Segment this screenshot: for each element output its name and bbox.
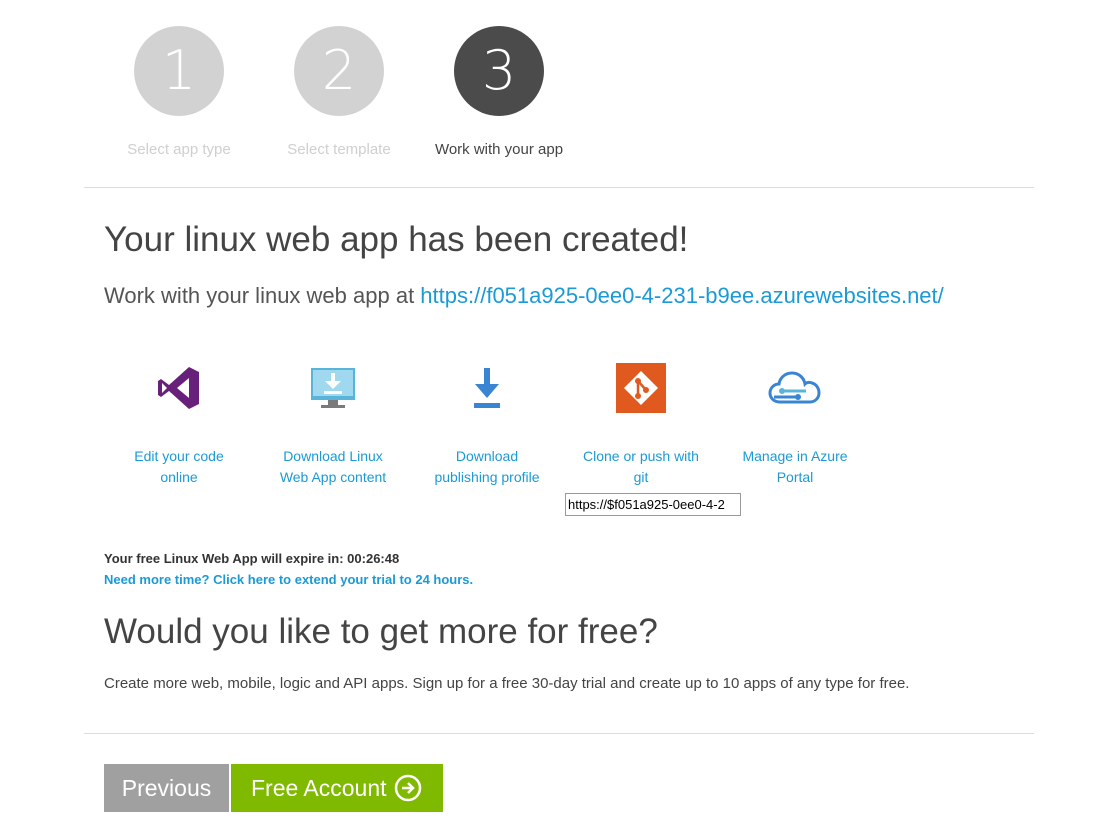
download-monitor-icon bbox=[305, 360, 361, 416]
tool-download-profile[interactable]: Download publishing profile bbox=[427, 360, 547, 488]
tool-download-content[interactable]: Download Linux Web App content bbox=[273, 360, 393, 488]
step-2-label: Select template bbox=[287, 141, 391, 158]
step-2-circle: 2 bbox=[294, 26, 384, 116]
wizard-steps: 1 Select app type 2 Select template 3 Wo… bbox=[0, 26, 1099, 166]
top-divider bbox=[84, 187, 1034, 188]
step-1-circle: 1 bbox=[134, 26, 224, 116]
step-3: 3 Work with your app bbox=[409, 26, 589, 158]
bottom-divider bbox=[84, 733, 1034, 734]
tool-git-label: Clone or push with git bbox=[583, 448, 699, 485]
arrow-right-circle-icon bbox=[394, 774, 422, 802]
trial-expire-text: Your free Linux Web App will expire in: … bbox=[104, 551, 400, 566]
git-icon bbox=[613, 360, 669, 416]
git-clone-url-field[interactable] bbox=[565, 493, 741, 516]
download-icon bbox=[459, 360, 515, 416]
subtitle: Work with your linux web app at https://… bbox=[104, 283, 944, 309]
step-3-circle: 3 bbox=[454, 26, 544, 116]
visual-studio-icon bbox=[151, 360, 207, 416]
tool-azure-portal[interactable]: Manage in Azure Portal bbox=[735, 360, 855, 488]
free-account-button[interactable]: Free Account bbox=[231, 764, 443, 812]
step-3-label: Work with your app bbox=[434, 141, 564, 158]
tool-git[interactable]: Clone or push with git bbox=[581, 360, 701, 488]
azure-cloud-icon bbox=[767, 360, 823, 416]
tool-azure-portal-label: Manage in Azure Portal bbox=[742, 448, 848, 485]
tool-download-content-label: Download Linux Web App content bbox=[279, 448, 387, 485]
promo-description: Create more web, mobile, logic and API a… bbox=[104, 675, 910, 692]
tool-edit-code-label: Edit your code online bbox=[134, 448, 224, 485]
page-title: Your linux web app has been created! bbox=[104, 220, 689, 259]
step-1-label: Select app type bbox=[127, 141, 231, 158]
subtitle-prefix: Work with your linux web app at bbox=[104, 283, 421, 308]
step-2: 2 Select template bbox=[249, 26, 429, 158]
tool-download-profile-label: Download publishing profile bbox=[434, 448, 540, 485]
app-url-link[interactable]: https://f051a925-0ee0-4-231-b9ee.azurewe… bbox=[420, 283, 943, 308]
extend-trial-link[interactable]: Need more time? Click here to extend you… bbox=[104, 572, 473, 587]
step-1: 1 Select app type bbox=[89, 26, 269, 158]
previous-button[interactable]: Previous bbox=[104, 764, 229, 812]
tool-edit-code[interactable]: Edit your code online bbox=[119, 360, 239, 488]
promo-heading: Would you like to get more for free? bbox=[104, 612, 658, 651]
free-account-label: Free Account bbox=[251, 775, 387, 801]
